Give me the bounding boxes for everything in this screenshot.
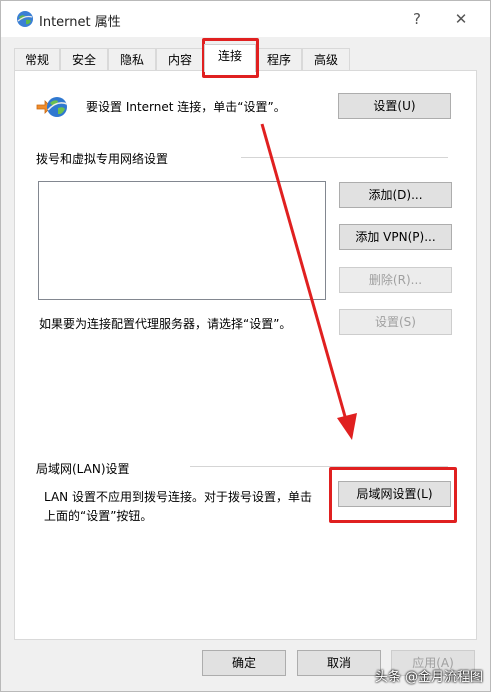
tab-privacy[interactable]: 隐私: [108, 48, 156, 71]
lan-description-line1: LAN 设置不应用到拨号连接。对于拨号设置，单击: [44, 490, 312, 504]
dialup-settings-button[interactable]: 设置(S): [339, 309, 452, 335]
ok-button[interactable]: 确定: [202, 650, 286, 676]
dialup-vpn-heading: 拨号和虚拟专用网络设置: [36, 152, 169, 166]
help-button[interactable]: ?: [403, 5, 431, 33]
internet-connect-icon: [36, 97, 68, 117]
tab-connections[interactable]: 连接: [204, 44, 256, 72]
window-title: Internet 属性: [39, 15, 121, 30]
setup-description: 要设置 Internet 连接，单击“设置”。: [86, 100, 286, 114]
internet-globe-icon: [17, 11, 33, 27]
add-connection-button[interactable]: 添加(D)...: [339, 182, 452, 208]
tab-strip: 常规 安全 隐私 内容 连接 程序 高级: [0, 44, 489, 72]
highlight-box-lan-settings: [329, 467, 457, 523]
proxy-description: 如果要为连接配置代理服务器，请选择“设置”。: [39, 317, 292, 331]
tab-content[interactable]: 内容: [156, 48, 204, 71]
cancel-button[interactable]: 取消: [297, 650, 381, 676]
add-vpn-button[interactable]: 添加 VPN(P)...: [339, 224, 452, 250]
watermark: 头条 @金月流程图: [374, 670, 483, 685]
dialup-separator: [241, 157, 448, 158]
tab-general[interactable]: 常规: [14, 48, 60, 71]
tab-advanced[interactable]: 高级: [302, 48, 350, 71]
lan-description-line2: 上面的“设置”按钮。: [44, 509, 153, 523]
connections-listbox[interactable]: [38, 181, 326, 300]
title-bar: Internet 属性 ? ✕: [1, 1, 490, 37]
tab-security[interactable]: 安全: [60, 48, 108, 71]
remove-connection-button[interactable]: 删除(R)...: [339, 267, 452, 293]
setup-button[interactable]: 设置(U): [338, 93, 451, 119]
tab-programs[interactable]: 程序: [256, 48, 302, 71]
lan-heading: 局域网(LAN)设置: [36, 462, 130, 476]
close-button[interactable]: ✕: [447, 5, 475, 33]
